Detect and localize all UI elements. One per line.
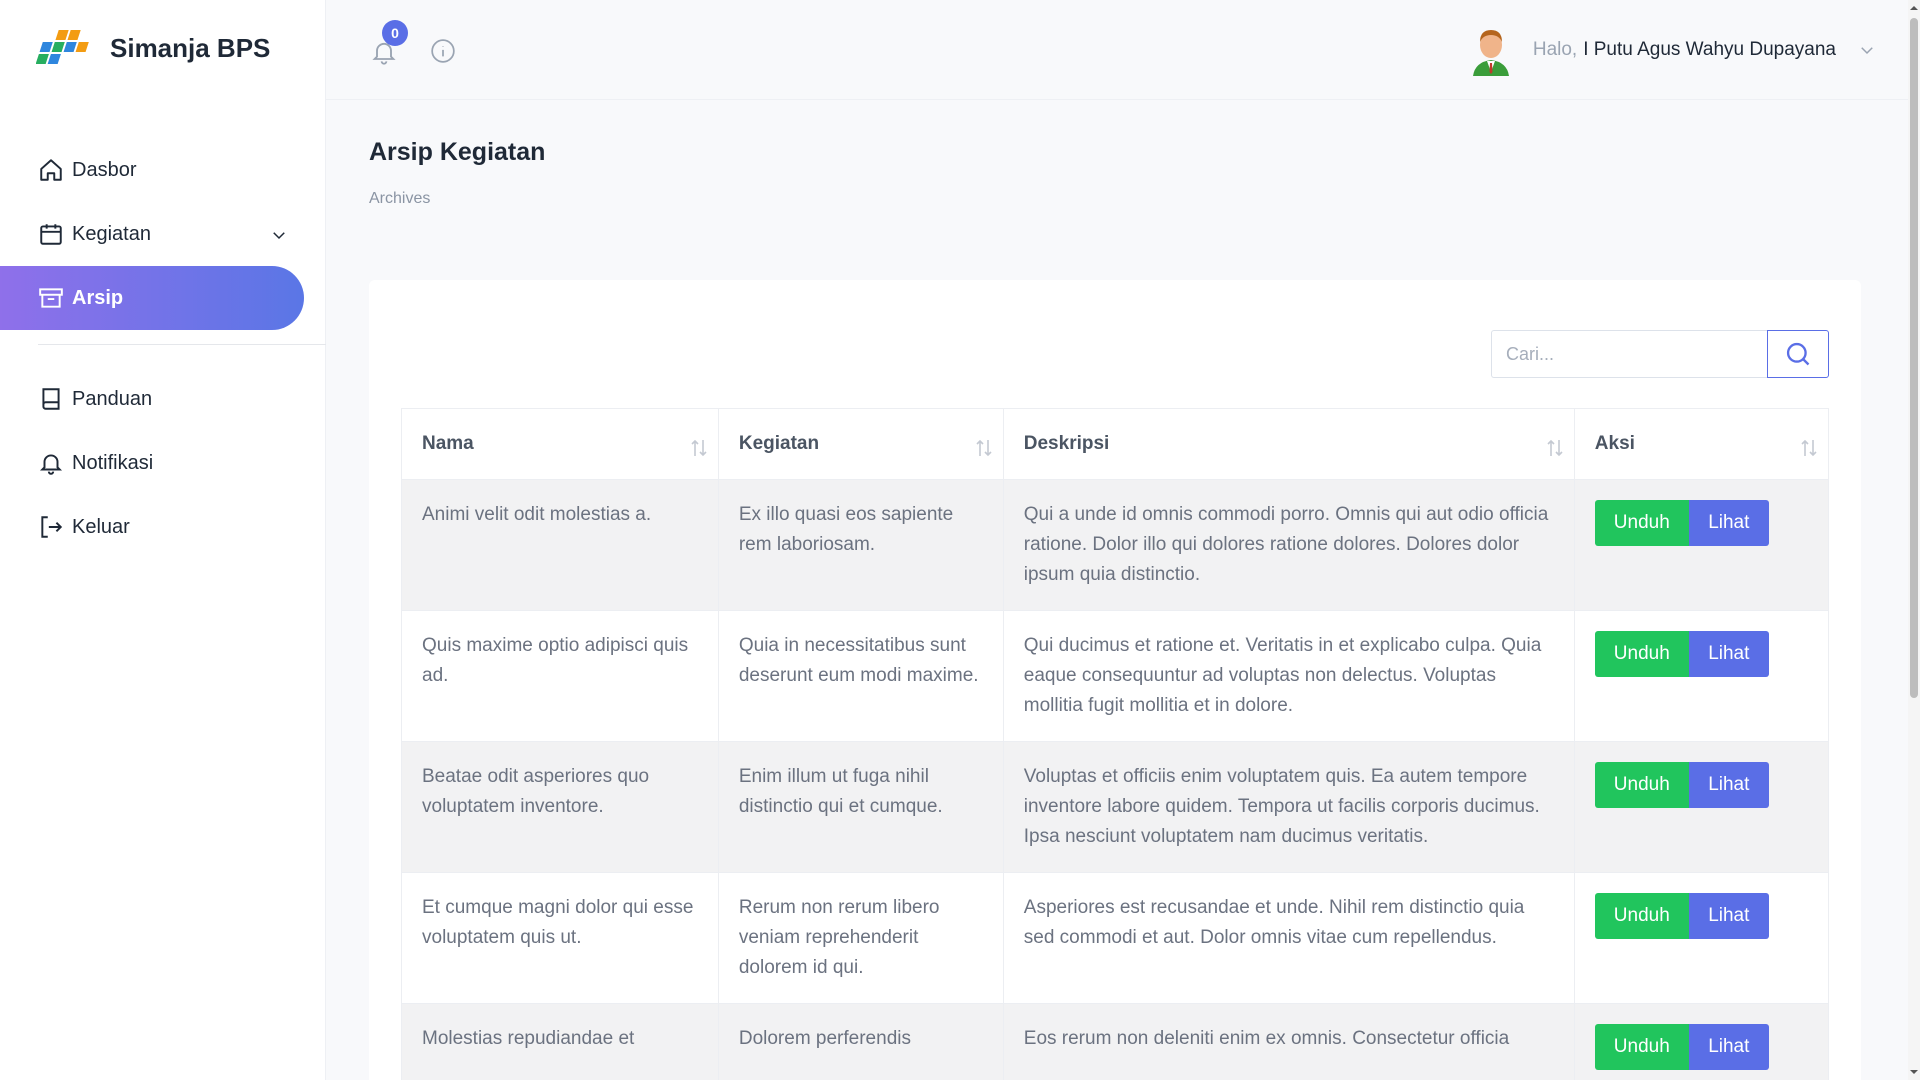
table-row: Animi velit odit molestias a. Ex illo qu… (401, 479, 1830, 611)
cell-kegiatan: Ex illo quasi eos sapiente rem laboriosa… (717, 479, 1004, 611)
cell-aksi: Unduh Lihat (1573, 872, 1830, 1004)
bell-icon (38, 450, 64, 476)
chevron-down-icon (1861, 47, 1873, 55)
search-input[interactable] (1491, 330, 1767, 378)
column-header-deskripsi[interactable]: Deskripsi (1002, 408, 1575, 480)
cell-aksi: Unduh Lihat (1573, 741, 1830, 873)
view-button[interactable]: Lihat (1688, 893, 1769, 939)
cell-deskripsi: Voluptas et officiis enim voluptatem qui… (1002, 741, 1575, 873)
scrollbar-thumb[interactable] (1910, 18, 1918, 698)
view-button[interactable]: Lihat (1688, 762, 1769, 808)
calendar-icon (38, 221, 64, 247)
sort-icon[interactable] (690, 437, 708, 459)
sidebar-item-label: Kegiatan (72, 222, 151, 245)
sidebar-item-dasbor[interactable]: Dasbor (0, 138, 326, 202)
download-button[interactable]: Unduh (1594, 762, 1689, 808)
page-scrollbar[interactable] (1908, 0, 1920, 1080)
greeting-text: Halo, (1532, 39, 1578, 60)
sort-icon[interactable] (975, 437, 993, 459)
cell-aksi: Unduh Lihat (1573, 610, 1830, 742)
cell-nama: Quis maxime optio adipisci quis ad. (401, 610, 719, 742)
notification-count-badge: 0 (382, 20, 408, 46)
avatar (1472, 30, 1509, 76)
view-button[interactable]: Lihat (1688, 500, 1769, 546)
column-header-aksi[interactable]: Aksi (1573, 408, 1830, 480)
sidebar-item-keluar[interactable]: Keluar (0, 495, 326, 559)
cell-deskripsi: Eos rerum non deleniti enim ex omnis. Co… (1002, 1003, 1575, 1080)
table-row: Molestias repudiandae et Dolorem perfere… (401, 1003, 1830, 1080)
cell-nama: Beatae odit asperiores quo voluptatem in… (401, 741, 719, 873)
archive-card: Nama Kegiatan Deskripsi Aksi Animi velit… (369, 280, 1861, 1080)
column-header-nama[interactable]: Nama (401, 408, 719, 480)
cell-aksi: Unduh Lihat (1573, 1003, 1830, 1080)
row-actions: Unduh Lihat (1594, 1024, 1808, 1070)
cell-deskripsi: Qui ducimus et ratione et. Veritatis in … (1002, 610, 1575, 742)
table-row: Beatae odit asperiores quo voluptatem in… (401, 741, 1830, 873)
logout-icon (38, 514, 64, 540)
view-button[interactable]: Lihat (1688, 1024, 1769, 1070)
cell-deskripsi: Qui a unde id omnis commodi porro. Omnis… (1002, 479, 1575, 611)
sort-icon[interactable] (1546, 437, 1564, 459)
info-icon[interactable] (430, 38, 456, 64)
search-icon (1786, 342, 1810, 366)
scroll-up-arrow-icon[interactable] (1910, 4, 1918, 12)
cell-kegiatan: Dolorem perferendis (717, 1003, 1004, 1080)
cell-kegiatan: Enim illum ut fuga nihil distinctio qui … (717, 741, 1004, 873)
download-button[interactable]: Unduh (1594, 500, 1689, 546)
sidebar-item-notifikasi[interactable]: Notifikasi (0, 431, 326, 495)
sidebar-item-label: Keluar (72, 515, 130, 538)
sidebar-item-arsip[interactable]: Arsip (0, 266, 304, 330)
download-button[interactable]: Unduh (1594, 1024, 1689, 1070)
view-button[interactable]: Lihat (1688, 631, 1769, 677)
sidebar-item-label: Panduan (72, 387, 153, 410)
archive-icon (38, 285, 64, 311)
home-icon (38, 157, 64, 183)
user-menu[interactable]: Halo, I Putu Agus Wahyu Dupayana (1467, 24, 1876, 76)
row-actions: Unduh Lihat (1594, 500, 1808, 546)
row-actions: Unduh Lihat (1594, 631, 1808, 677)
table-row: Et cumque magni dolor qui esse voluptate… (401, 872, 1830, 1004)
cell-kegiatan: Quia in necessitatibus sunt deserunt eum… (717, 610, 1004, 742)
chevron-down-icon (273, 232, 285, 240)
bps-logo-icon (36, 30, 89, 64)
brand-name: Simanja BPS (110, 32, 271, 63)
sidebar: Simanja BPS Dasbor Kegiatan Arsip Pandua… (0, 0, 326, 1080)
cell-nama: Molestias repudiandae et (401, 1003, 719, 1080)
cell-nama: Animi velit odit molestias a. (401, 479, 719, 611)
sidebar-nav: Dasbor Kegiatan Arsip Panduan Notifikasi… (0, 138, 326, 559)
user-name: I Putu Agus Wahyu Dupayana (1583, 39, 1836, 60)
table-header-row: Nama Kegiatan Deskripsi Aksi (401, 408, 1830, 480)
sidebar-divider (38, 344, 326, 345)
cell-deskripsi: Asperiores est recusandae et unde. Nihil… (1002, 872, 1575, 1004)
search-bar (1491, 330, 1829, 378)
sort-icon[interactable] (1800, 437, 1818, 459)
download-button[interactable]: Unduh (1594, 893, 1689, 939)
archive-table: Nama Kegiatan Deskripsi Aksi Animi velit… (401, 408, 1830, 1080)
breadcrumb[interactable]: Archives (369, 190, 430, 208)
cell-kegiatan: Rerum non rerum libero veniam reprehende… (717, 872, 1004, 1004)
sidebar-item-panduan[interactable]: Panduan (0, 367, 326, 431)
sidebar-item-kegiatan[interactable]: Kegiatan (0, 202, 326, 266)
column-header-kegiatan[interactable]: Kegiatan (717, 408, 1004, 480)
search-button[interactable] (1767, 330, 1829, 378)
row-actions: Unduh Lihat (1594, 762, 1808, 808)
sidebar-item-label: Notifikasi (72, 451, 154, 474)
book-icon (38, 386, 64, 412)
table-row: Quis maxime optio adipisci quis ad. Quia… (401, 610, 1830, 742)
cell-nama: Et cumque magni dolor qui esse voluptate… (401, 872, 719, 1004)
scroll-down-arrow-icon[interactable] (1910, 1068, 1918, 1076)
page-title: Arsip Kegiatan (369, 138, 546, 166)
brand[interactable]: Simanja BPS (36, 26, 270, 70)
cell-aksi: Unduh Lihat (1573, 479, 1830, 611)
sidebar-item-label: Dasbor (72, 158, 137, 181)
sidebar-item-label: Arsip (72, 286, 124, 309)
top-header: 0 Halo, I Putu Agus Wahyu Dupayana (326, 0, 1920, 100)
row-actions: Unduh Lihat (1594, 893, 1808, 939)
download-button[interactable]: Unduh (1594, 631, 1689, 677)
